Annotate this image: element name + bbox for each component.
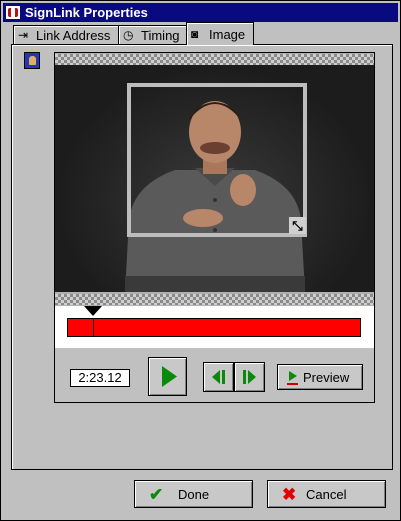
preview-icon: [287, 371, 298, 385]
step-back-icon: [212, 370, 225, 384]
tab-label: Timing: [141, 28, 180, 43]
window-title: SignLink Properties: [25, 5, 148, 20]
cancel-label: Cancel: [306, 487, 347, 502]
timeline[interactable]: [55, 306, 374, 348]
bottom-scroll-strip[interactable]: [55, 294, 374, 305]
checkmark-icon: ✔: [149, 485, 164, 504]
app-icon: [6, 6, 20, 19]
close-icon: ✖: [282, 485, 297, 504]
preview-label: Preview: [303, 370, 350, 385]
resize-handle-icon[interactable]: ⤡: [289, 217, 306, 234]
clock-icon: ◷: [123, 28, 134, 42]
cancel-button[interactable]: ✖ Cancel: [267, 480, 386, 508]
step-back-button[interactable]: [203, 362, 234, 392]
preview-button[interactable]: Preview: [277, 364, 363, 390]
signer-icon[interactable]: [24, 52, 40, 69]
done-label: Done: [178, 487, 210, 502]
tab-link-address[interactable]: ⇥ Link Address: [13, 25, 120, 45]
tab-timing[interactable]: ◷ Timing: [118, 25, 187, 45]
done-button[interactable]: ✔ Done: [134, 480, 253, 508]
top-scroll-strip[interactable]: [55, 54, 374, 65]
playhead-line: [93, 318, 95, 337]
tab-image[interactable]: ◙ Image: [186, 22, 254, 45]
tab-label: Link Address: [36, 28, 111, 43]
playhead-marker-icon[interactable]: [84, 306, 103, 316]
crop-selection-box[interactable]: [127, 83, 307, 237]
timecode-field[interactable]: 2:23.12: [70, 369, 130, 387]
timeline-bar[interactable]: [67, 318, 361, 337]
camera-icon: ◙: [191, 27, 199, 41]
play-button[interactable]: [148, 357, 187, 396]
tab-label: Image: [209, 27, 246, 42]
step-forward-button[interactable]: [234, 362, 265, 392]
video-view: ⤡: [55, 65, 374, 292]
title-bar[interactable]: SignLink Properties: [3, 3, 398, 22]
play-icon: [162, 366, 177, 387]
step-forward-icon: [243, 370, 256, 384]
link-icon: ⇥: [18, 28, 29, 42]
